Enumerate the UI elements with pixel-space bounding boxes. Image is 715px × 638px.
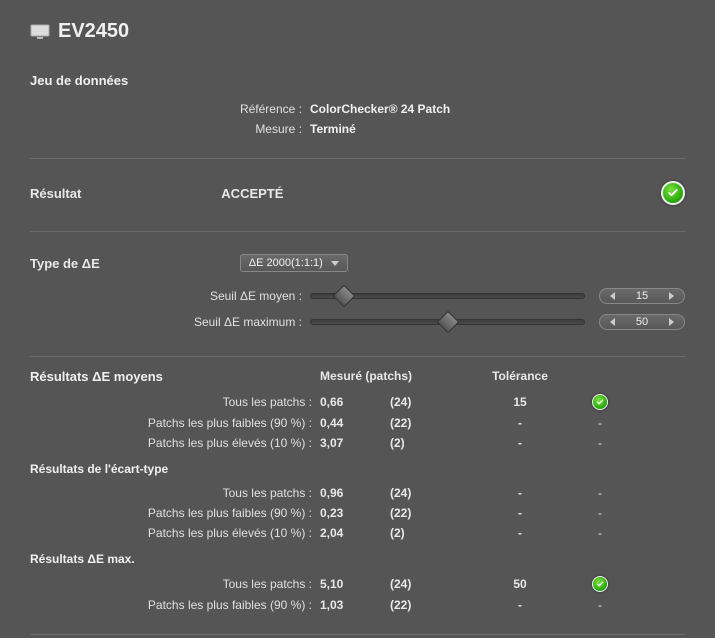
avg-threshold-stepper[interactable]: 15 [599,288,685,304]
row-tolerance: 15 [460,395,580,409]
deltae-selected: ΔE 2000(1:1:1) [249,257,323,269]
check-icon [592,394,608,410]
avg-threshold-thumb[interactable] [332,285,355,308]
max-threshold-row: Seuil ΔE maximum : 50 [30,314,685,330]
avg-threshold-label: Seuil ΔE moyen : [30,289,310,303]
title-row: EV2450 [30,20,685,43]
row-measured: 2,04 [320,526,390,540]
row-label: Tous les patchs : [30,577,320,591]
row-check [580,576,620,592]
table-row: Patchs les plus faibles (90 %) :1,03(22)… [30,598,685,612]
max-results-heading: Résultats ΔE max. [30,552,685,566]
row-measured: 1,03 [320,598,390,612]
row-check [580,394,620,410]
table-row: Patchs les plus faibles (90 %) :0,44(22)… [30,416,685,430]
max-rows-container: Tous les patchs :5,10(24)50 Patchs les pl… [30,576,685,612]
row-check: - [580,436,620,450]
row-check: - [580,526,620,540]
row-tolerance: - [460,598,580,612]
row-label: Patchs les plus faibles (90 %) : [30,598,320,612]
table-row: Patchs les plus faibles (90 %) :0,23(22)… [30,506,685,520]
row-tolerance: - [460,486,580,500]
table-row: Patchs les plus élevés (10 %) :2,04(2)-- [30,526,685,540]
std-results-heading: Résultats de l'écart-type [30,462,685,476]
row-label: Tous les patchs : [30,486,320,500]
result-check-icon [661,181,685,205]
result-section: Résultat ACCEPTÉ [30,159,685,232]
table-row: Tous les patchs :0,66(24)15 [30,394,685,410]
results-table-head: Résultats ΔE moyens Mesuré (patchs) Tolé… [30,369,685,384]
reference-label: Référence : [30,102,310,116]
avg-rows-container: Tous les patchs :0,66(24)15 Patchs les pl… [30,394,685,450]
row-patches: (24) [390,486,460,500]
row-tolerance: - [460,526,580,540]
increment-icon[interactable] [669,292,674,300]
decrement-icon[interactable] [610,318,615,326]
row-measured: 0,96 [320,486,390,500]
result-label: Résultat [30,186,81,201]
measure-row: Mesure : Terminé [30,122,685,136]
col-tolerance-label: Tolérance [460,369,580,384]
row-measured: 0,44 [320,416,390,430]
dataset-section: Jeu de données Référence : ColorChecker®… [30,61,685,159]
row-measured: 0,66 [320,395,390,409]
row-patches: (22) [390,506,460,520]
row-check: - [580,598,620,612]
row-label: Patchs les plus faibles (90 %) : [30,506,320,520]
row-patches: (22) [390,598,460,612]
max-threshold-slider[interactable] [310,319,585,325]
deltae-section: Type de ΔE ΔE 2000(1:1:1) Seuil ΔE moyen… [30,232,685,357]
row-measured: 5,10 [320,577,390,591]
table-row: Tous les patchs :0,96(24)-- [30,486,685,500]
deltae-heading: Type de ΔE [30,256,100,271]
avg-threshold-value: 15 [636,290,648,302]
row-measured: 0,23 [320,506,390,520]
table-row: Patchs les plus élevés (10 %) :3,07(2)-- [30,436,685,450]
result-value: ACCEPTÉ [81,186,661,201]
avg-threshold-row: Seuil ΔE moyen : 15 [30,288,685,304]
row-label: Patchs les plus élevés (10 %) : [30,526,320,540]
avg-threshold-slider[interactable] [310,293,585,299]
row-tolerance: - [460,416,580,430]
row-label: Patchs les plus élevés (10 %) : [30,436,320,450]
row-check: - [580,506,620,520]
row-patches: (24) [390,395,460,409]
increment-icon[interactable] [669,318,674,326]
avg-results-heading: Résultats ΔE moyens [30,369,320,384]
row-patches: (22) [390,416,460,430]
reference-row: Référence : ColorChecker® 24 Patch [30,102,685,116]
row-tolerance: 50 [460,577,580,591]
row-check: - [580,416,620,430]
max-threshold-stepper[interactable]: 50 [599,314,685,330]
deltae-type-dropdown[interactable]: ΔE 2000(1:1:1) [240,254,348,272]
row-patches: (2) [390,436,460,450]
std-rows-container: Tous les patchs :0,96(24)--Patchs les pl… [30,486,685,540]
row-tolerance: - [460,506,580,520]
row-label: Patchs les plus faibles (90 %) : [30,416,320,430]
decrement-icon[interactable] [610,292,615,300]
measure-value: Terminé [310,122,356,136]
max-threshold-label: Seuil ΔE maximum : [30,315,310,329]
row-label: Tous les patchs : [30,395,320,409]
results-section: Résultats ΔE moyens Mesuré (patchs) Tolé… [30,357,685,635]
max-threshold-value: 50 [636,316,648,328]
chevron-down-icon [331,261,339,266]
row-patches: (24) [390,577,460,591]
row-patches: (2) [390,526,460,540]
table-row: Tous les patchs :5,10(24)50 [30,576,685,592]
row-tolerance: - [460,436,580,450]
monitor-icon [30,24,50,40]
check-icon [592,576,608,592]
col-measured-label: Mesuré (patchs) [320,369,460,384]
max-threshold-thumb[interactable] [436,311,459,334]
measure-label: Mesure : [30,122,310,136]
row-measured: 3,07 [320,436,390,450]
row-check: - [580,486,620,500]
reference-value: ColorChecker® 24 Patch [310,102,450,116]
page-title: EV2450 [58,20,129,43]
dataset-heading: Jeu de données [30,73,685,88]
